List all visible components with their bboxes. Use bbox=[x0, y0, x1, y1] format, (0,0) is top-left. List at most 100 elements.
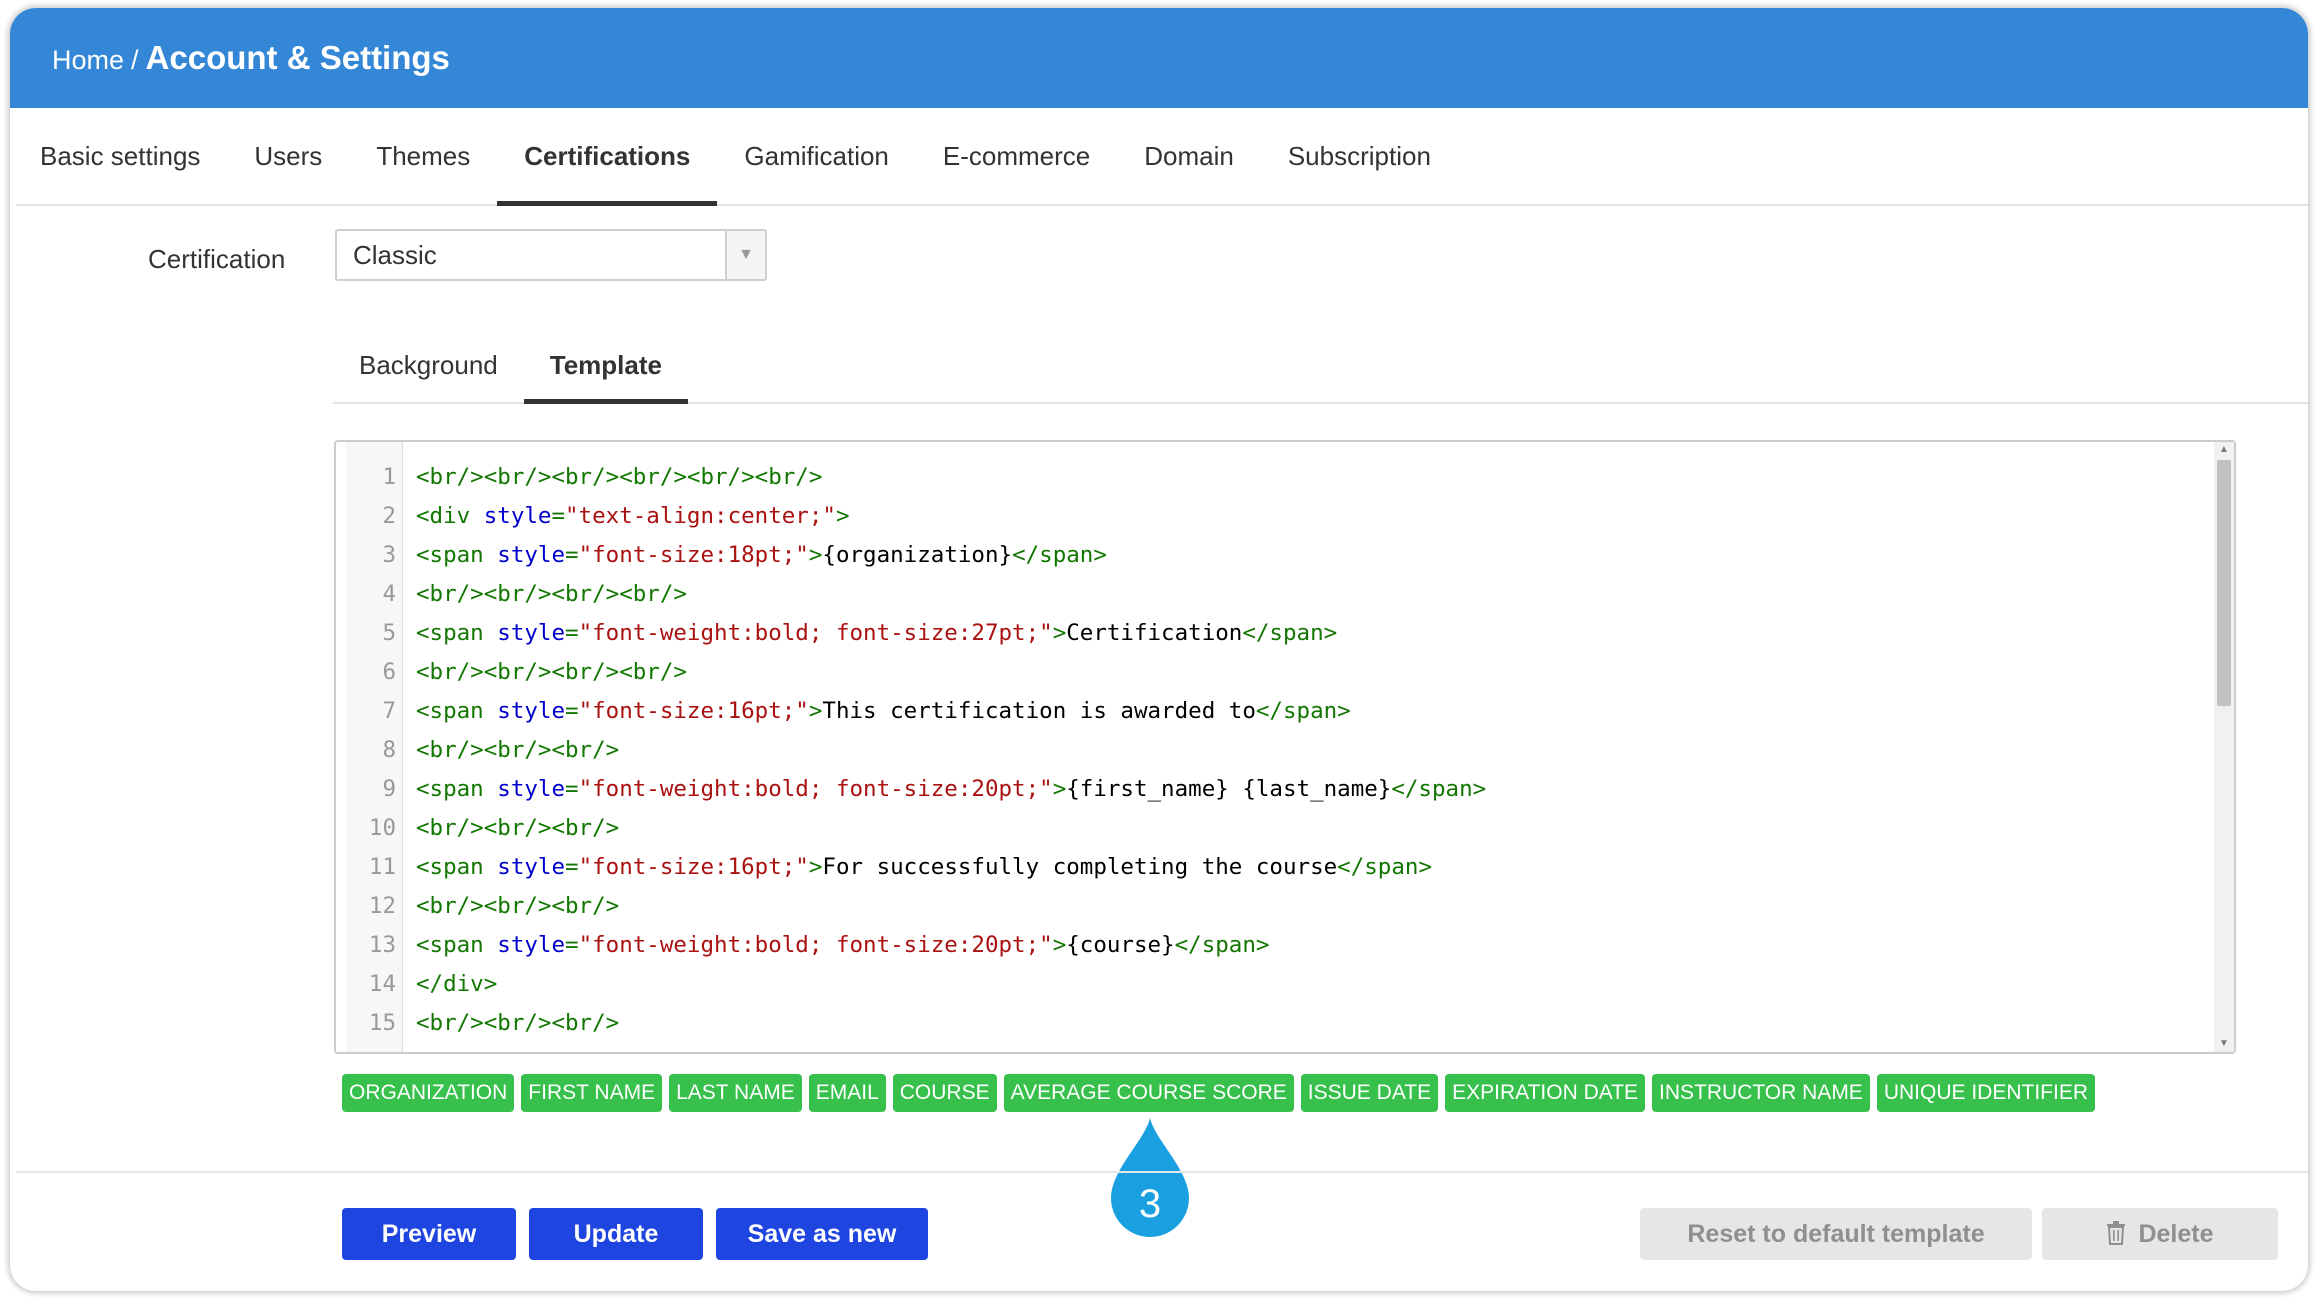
preview-button[interactable]: Preview bbox=[342, 1208, 516, 1260]
code-line[interactable]: 13 <span style="font-weight:bold; font-si… bbox=[336, 926, 2212, 965]
tag-email[interactable]: EMAIL bbox=[808, 1074, 886, 1112]
code-text: <br/><br/><br/><br/><br/><br/> bbox=[416, 458, 822, 497]
template-code-editor[interactable]: 1 <br/><br/><br/><br/><br/><br/> 2 <div sty… bbox=[334, 440, 2236, 1054]
code-token: = bbox=[565, 698, 579, 724]
code-token: > bbox=[1052, 620, 1067, 646]
code-line[interactable]: 12 <br/><br/><br/> bbox=[336, 887, 2212, 926]
code-token: style bbox=[483, 503, 552, 529]
tag-average-course-score[interactable]: AVERAGE COURSE SCORE bbox=[1003, 1074, 1294, 1112]
tab-basic-settings[interactable]: Basic settings bbox=[16, 108, 227, 204]
certification-label: Certification bbox=[148, 244, 286, 274]
code-text: <br/><br/><br/> bbox=[416, 887, 619, 926]
code-line[interactable]: 4 <br/><br/><br/><br/> bbox=[336, 575, 2212, 614]
code-token: <br/><br/><br/> bbox=[416, 893, 620, 919]
certification-select[interactable]: Classic ▼ bbox=[335, 229, 767, 281]
tag-unique-identifier[interactable]: UNIQUE IDENTIFIER bbox=[1876, 1074, 2096, 1112]
update-button[interactable]: Update bbox=[529, 1208, 703, 1260]
trash-icon bbox=[2107, 1221, 2126, 1246]
tag-last-name[interactable]: LAST NAME bbox=[669, 1074, 802, 1112]
code-token: <span bbox=[416, 932, 498, 958]
code-line[interactable]: 10 <br/><br/><br/> bbox=[336, 809, 2212, 848]
code-line[interactable]: 1 <br/><br/><br/><br/><br/><br/> bbox=[336, 458, 2212, 497]
certification-select-value: Classic bbox=[353, 240, 437, 270]
chevron-down-icon[interactable]: ▼ bbox=[725, 231, 765, 279]
code-line[interactable]: 14 </div> bbox=[336, 965, 2212, 1004]
code-token: "font-weight:bold; font-size:27pt;" bbox=[578, 620, 1053, 646]
line-number: 1 bbox=[382, 464, 396, 490]
delete-button-label: Delete bbox=[2138, 1220, 2214, 1248]
scroll-up-arrow-icon[interactable]: ▲ bbox=[2214, 442, 2234, 458]
tag-issue-date[interactable]: ISSUE DATE bbox=[1300, 1074, 1439, 1112]
tab-domain[interactable]: Domain bbox=[1117, 108, 1261, 204]
code-text: <br/><br/><br/> bbox=[416, 1004, 619, 1043]
code-token: Certification bbox=[1066, 620, 1243, 646]
tag-first-name[interactable]: FIRST NAME bbox=[521, 1074, 663, 1112]
tag-expiration-date[interactable]: EXPIRATION DATE bbox=[1445, 1074, 1646, 1112]
placeholder-tag-list: ORGANIZATION FIRST NAME LAST NAME EMAIL … bbox=[342, 1074, 2102, 1112]
code-token: <span bbox=[416, 620, 498, 646]
code-token: <div bbox=[416, 503, 484, 529]
code-line[interactable]: 2 <div style="text-align:center;"> bbox=[336, 497, 2212, 536]
code-token: = bbox=[565, 854, 579, 880]
tab-subscription[interactable]: Subscription bbox=[1261, 108, 1458, 204]
code-text: <div style="text-align:center;"> bbox=[416, 497, 850, 536]
tab-users[interactable]: Users bbox=[227, 108, 349, 204]
save-as-new-button[interactable]: Save as new bbox=[716, 1208, 928, 1260]
tag-instructor-name[interactable]: INSTRUCTOR NAME bbox=[1652, 1074, 1870, 1112]
code-text: <br/><br/><br/> bbox=[416, 731, 619, 770]
code-token: "font-weight:bold; font-size:20pt;" bbox=[578, 932, 1053, 958]
code-token: </span> bbox=[1174, 932, 1270, 958]
code-token: > bbox=[808, 854, 823, 880]
tab-gamification[interactable]: Gamification bbox=[717, 108, 916, 204]
code-line[interactable]: 9 <span style="font-weight:bold; font-siz… bbox=[336, 770, 2212, 809]
code-line[interactable]: 15 <br/><br/><br/> bbox=[336, 1004, 2212, 1043]
code-token: This certification is awarded to bbox=[822, 698, 1256, 724]
tab-certifications[interactable]: Certifications bbox=[497, 108, 718, 206]
reset-to-default-button[interactable]: Reset to default template bbox=[1640, 1208, 2032, 1260]
code-line[interactable]: 11 <span style="font-size:16pt;">For succ… bbox=[336, 848, 2212, 887]
code-text: <span style="font-weight:bold; font-size… bbox=[416, 614, 1337, 653]
line-number: 5 bbox=[382, 620, 396, 646]
line-number: 12 bbox=[368, 893, 396, 919]
code-token: <br/><br/><br/><br/> bbox=[416, 581, 687, 607]
code-text: <span style="font-size:16pt;">This certi… bbox=[416, 692, 1351, 731]
code-token: </span> bbox=[1242, 620, 1338, 646]
page-header: Home / Account & Settings bbox=[10, 8, 2308, 108]
line-number: 14 bbox=[368, 971, 396, 997]
tab-e-commerce[interactable]: E-commerce bbox=[916, 108, 1117, 204]
line-number: 10 bbox=[368, 815, 396, 841]
code-line[interactable]: 3 <span style="font-size:18pt;">{organiza… bbox=[336, 536, 2212, 575]
code-token: = bbox=[565, 776, 579, 802]
code-line[interactable]: 5 <span style="font-weight:bold; font-siz… bbox=[336, 614, 2212, 653]
code-text: <br/><br/><br/><br/> bbox=[416, 653, 687, 692]
code-token: <span bbox=[416, 776, 498, 802]
line-number: 2 bbox=[382, 503, 396, 529]
page-title: Account & Settings bbox=[145, 39, 450, 76]
breadcrumb: Home / Account & Settings bbox=[52, 39, 450, 77]
tab-background[interactable]: Background bbox=[333, 328, 524, 402]
tag-organization[interactable]: ORGANIZATION bbox=[342, 1074, 515, 1112]
tag-course[interactable]: COURSE bbox=[892, 1074, 997, 1112]
code-token: {course} bbox=[1066, 932, 1175, 958]
scroll-down-arrow-icon[interactable]: ▼ bbox=[2214, 1036, 2234, 1052]
code-line[interactable]: 6 <br/><br/><br/><br/> bbox=[336, 653, 2212, 692]
code-lines[interactable]: 1 <br/><br/><br/><br/><br/><br/> 2 <div sty… bbox=[336, 458, 2212, 1043]
code-text: <br/><br/><br/> bbox=[416, 809, 619, 848]
code-token: > bbox=[1052, 932, 1067, 958]
delete-button[interactable]: Delete bbox=[2042, 1208, 2278, 1260]
breadcrumb-home-link[interactable]: Home bbox=[52, 45, 124, 76]
code-token: {first_name} {last_name} bbox=[1066, 776, 1392, 802]
template-tab-bar: Background Template bbox=[333, 328, 2308, 404]
main-tab-bar: Basic settings Users Themes Certificatio… bbox=[16, 108, 2308, 206]
line-number: 8 bbox=[382, 737, 396, 763]
code-text: <span style="font-weight:bold; font-size… bbox=[416, 770, 1486, 809]
code-token: = bbox=[551, 503, 566, 529]
code-token: </div> bbox=[416, 971, 498, 997]
code-line[interactable]: 7 <span style="font-size:16pt;">This cert… bbox=[336, 692, 2212, 731]
code-line[interactable]: 8 <br/><br/><br/> bbox=[336, 731, 2212, 770]
tab-template[interactable]: Template bbox=[523, 328, 689, 404]
tab-themes[interactable]: Themes bbox=[349, 108, 497, 204]
scroll-thumb[interactable] bbox=[2217, 460, 2231, 706]
code-token: </span> bbox=[1012, 542, 1107, 568]
editor-scrollbar[interactable]: ▲ ▼ bbox=[2214, 442, 2234, 1052]
